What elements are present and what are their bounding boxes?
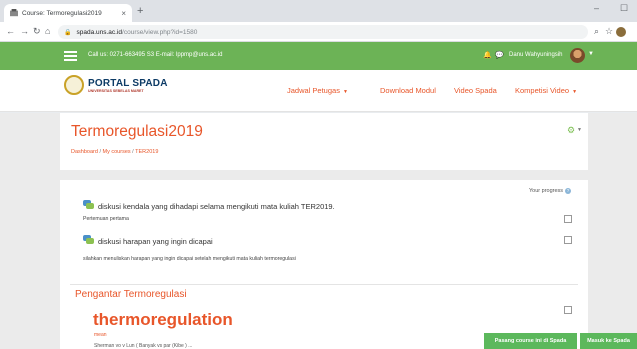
reload-icon[interactable]: ↻ (33, 26, 41, 37)
site-topbar: Call us: 0271-663495 S3 E-mail: lppmp@un… (0, 42, 637, 70)
url-host: spada.uns.ac.id (76, 28, 123, 36)
pasang-course-button[interactable]: Pasang course ini di Spada (484, 333, 577, 349)
breadcrumb: Dashboard / My courses / TER2019 (71, 149, 159, 155)
user-name[interactable]: Danu Wahyuningsih (509, 52, 562, 58)
label-heading: thermoregulation (93, 310, 233, 329)
profile-avatar-icon[interactable] (616, 27, 626, 37)
home-icon[interactable]: ⌂ (45, 26, 50, 37)
menu-jadwal-petugas[interactable]: Jadwal Petugas ▼ (287, 86, 348, 95)
forum-icon (83, 200, 94, 209)
url-input[interactable]: 🔒 spada.uns.ac.id/course/view.php?id=158… (58, 25, 588, 39)
label-subtext: mean (94, 332, 107, 338)
course-content: Your progress? diskusi kendala yang diha… (60, 180, 588, 349)
course-header: Termoregulasi2019 Dashboard / My courses… (60, 113, 588, 170)
browser-tab[interactable]: Course: Termoregulasi2019 × (4, 4, 132, 22)
notification-bell-icon[interactable]: 🔔 (483, 51, 492, 59)
browser-tab-bar: Course: Termoregulasi2019 × + – ☐ (0, 0, 637, 22)
lock-icon: 🔒 (64, 29, 72, 36)
breadcrumb-course[interactable]: TER2019 (135, 149, 158, 155)
uns-seal-icon (64, 75, 84, 95)
hamburger-menu-icon[interactable] (64, 51, 77, 61)
activity-description: silahkan menuliskan harapan yang ingin d… (83, 256, 296, 262)
logo-subtitle: UNIVERSITAS SEBELAS MARET (88, 88, 144, 93)
back-icon[interactable]: ← (6, 26, 15, 37)
forward-icon[interactable]: → (20, 26, 29, 37)
chevron-down-icon: ▼ (342, 89, 348, 95)
completion-checkbox[interactable] (564, 215, 572, 223)
menu-kompetisi-video[interactable]: Kompetisi Video ▼ (515, 86, 577, 95)
user-menu-chevron-icon[interactable]: ▼ (588, 51, 594, 57)
site-header: PORTAL SPADA UNIVERSITAS SEBELAS MARET J… (0, 70, 637, 112)
completion-checkbox[interactable] (564, 306, 572, 314)
minimize-button[interactable]: – (594, 3, 599, 13)
page-title: Termoregulasi2019 (71, 123, 203, 140)
url-path: /course/view.php?id=1580 (122, 28, 198, 36)
star-icon[interactable]: ☆ (605, 26, 613, 37)
menu-video-spada[interactable]: Video Spada (454, 86, 497, 95)
tab-close-icon[interactable]: × (121, 9, 126, 18)
completion-checkbox[interactable] (564, 236, 572, 244)
masuk-spada-button[interactable]: Masuk ke Spada (580, 333, 637, 349)
browser-toolbar: ← → ↻ ⌂ 🔒 spada.uns.ac.id/course/view.ph… (0, 22, 637, 42)
forum-icon (83, 235, 94, 244)
logo-title: PORTAL SPADA (88, 77, 168, 89)
messages-icon[interactable]: 💬 (495, 51, 504, 59)
activity-link[interactable]: diskusi kendala yang dihadapi selama men… (98, 202, 335, 211)
label-text: Sherman vo v Lun ( Banyak vs par (Kibe )… (94, 343, 193, 349)
help-icon[interactable]: ? (565, 188, 572, 194)
maximize-button[interactable]: ☐ (620, 3, 628, 14)
new-tab-button[interactable]: + (137, 5, 143, 17)
tab-title: Course: Termoregulasi2019 (22, 9, 102, 17)
zoom-icon[interactable]: ⌕ (594, 26, 599, 37)
section-title: Pengantar Termoregulasi (75, 289, 187, 300)
moodle-favicon-icon (10, 9, 18, 17)
chevron-down-icon[interactable]: ▼ (577, 127, 582, 133)
portal-spada-logo[interactable]: PORTAL SPADA UNIVERSITAS SEBELAS MARET (64, 75, 168, 95)
user-avatar[interactable] (570, 48, 585, 63)
progress-label: Your progress? (529, 188, 572, 194)
chevron-down-icon: ▼ (572, 89, 578, 95)
contact-info: Call us: 0271-663495 S3 E-mail: lppmp@un… (88, 52, 223, 58)
activity-description: Pertemuan pertama (83, 216, 129, 222)
gear-icon[interactable]: ⚙ (567, 125, 575, 136)
activity-link[interactable]: diskusi harapan yang ingin dicapai (98, 237, 213, 246)
breadcrumb-dashboard[interactable]: Dashboard (71, 149, 98, 155)
section-divider (70, 284, 578, 285)
main-area: Termoregulasi2019 Dashboard / My courses… (0, 113, 637, 349)
menu-download-modul[interactable]: Download Modul (380, 86, 436, 95)
breadcrumb-my-courses[interactable]: My courses (103, 149, 131, 155)
